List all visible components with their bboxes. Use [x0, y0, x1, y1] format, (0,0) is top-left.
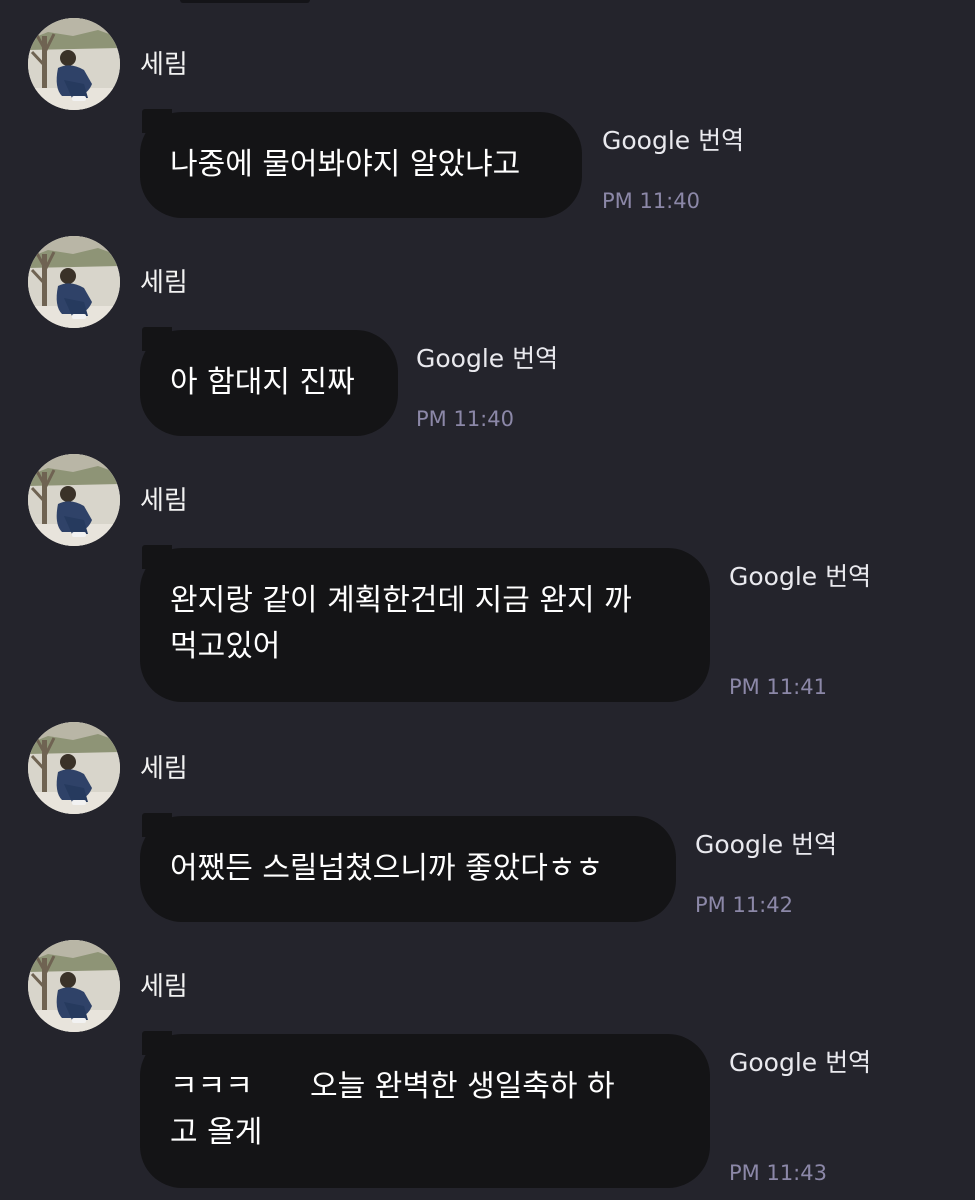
message-text: 어쨌든 스릴넘쳤으니까 좋았다ㅎㅎ: [170, 851, 604, 886]
message-text: 아 함대지 진짜: [170, 365, 355, 400]
google-translate-link[interactable]: Google 번역: [416, 344, 558, 374]
message-text: 완지랑 같이 계획한건데 지금 완지 까 먹고있어: [170, 583, 632, 664]
sender-name: 세림: [140, 486, 188, 516]
sender-name: 세림: [140, 50, 188, 80]
message-bubble[interactable]: 완지랑 같이 계획한건데 지금 완지 까 먹고있어: [140, 545, 710, 702]
avatar[interactable]: [28, 454, 120, 546]
message-bubble[interactable]: 아 함대지 진짜: [140, 327, 398, 436]
message-timestamp: PM 11:40: [602, 189, 700, 213]
profile-photo-icon: [28, 454, 120, 546]
profile-photo-icon: [28, 236, 120, 328]
avatar[interactable]: [28, 722, 120, 814]
avatar[interactable]: [28, 236, 120, 328]
google-translate-link[interactable]: Google 번역: [695, 830, 837, 860]
message-bubble[interactable]: ㅋㅋㅋ 오늘 완벽한 생일축하 하 고 올게: [140, 1031, 710, 1188]
message-bubble[interactable]: 어쨌든 스릴넘쳤으니까 좋았다ㅎㅎ: [140, 813, 676, 922]
message-text: 나중에 물어봐야지 알았냐고: [170, 147, 521, 182]
sender-name: 세림: [140, 268, 188, 298]
google-translate-link[interactable]: Google 번역: [729, 562, 871, 592]
profile-photo-icon: [28, 18, 120, 110]
sender-name: 세림: [140, 754, 188, 784]
message-timestamp: PM 11:41: [729, 675, 827, 699]
message-timestamp: PM 11:40: [416, 407, 514, 431]
profile-photo-icon: [28, 722, 120, 814]
message-timestamp: PM 11:43: [729, 1161, 827, 1185]
message-text: ㅋㅋㅋ 오늘 완벽한 생일축하 하 고 올게: [170, 1069, 615, 1150]
message-bubble[interactable]: 나중에 물어봐야지 알았냐고: [140, 109, 582, 218]
previous-message-edge: [180, 0, 310, 3]
profile-photo-icon: [28, 940, 120, 1032]
google-translate-link[interactable]: Google 번역: [602, 126, 744, 156]
message-timestamp: PM 11:42: [695, 893, 793, 917]
avatar[interactable]: [28, 940, 120, 1032]
avatar[interactable]: [28, 18, 120, 110]
sender-name: 세림: [140, 972, 188, 1002]
google-translate-link[interactable]: Google 번역: [729, 1048, 871, 1078]
